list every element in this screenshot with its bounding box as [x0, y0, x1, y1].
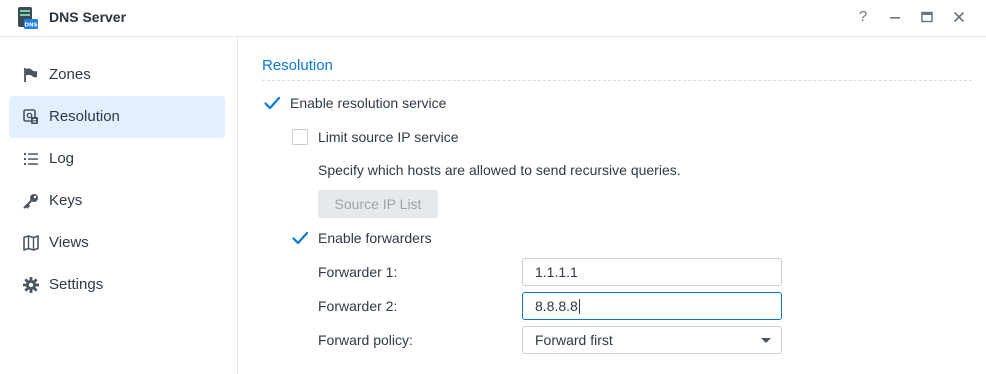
section-divider [262, 80, 972, 81]
forwarder1-value: 1.1.1.1 [535, 264, 578, 280]
sidebar-item-label: Views [49, 234, 89, 251]
close-icon [953, 11, 965, 23]
list-icon [24, 153, 38, 165]
chevron-down-icon [761, 338, 771, 343]
resolution-icon [23, 109, 38, 124]
sidebar-item-label: Keys [49, 192, 83, 209]
sidebar-item-views[interactable]: Views [9, 222, 225, 264]
sidebar-item-zones[interactable]: Zones [9, 54, 225, 96]
enable-resolution-checkbox[interactable] [263, 94, 281, 112]
enable-forwarders-checkbox[interactable] [291, 229, 309, 247]
minimize-icon [890, 17, 900, 19]
dns-app-icon: DNS [15, 6, 39, 30]
help-button[interactable]: ? [854, 8, 872, 26]
sidebar: Zones Resolution Log Keys Views Settings [0, 37, 238, 374]
limit-source-ip-description: Specify which hosts are allowed to send … [318, 162, 681, 178]
sidebar-item-label: Settings [49, 276, 104, 293]
help-icon: ? [858, 8, 868, 25]
sidebar-item-resolution[interactable]: Resolution [9, 96, 225, 138]
section-title: Resolution [262, 57, 333, 74]
sidebar-item-settings[interactable]: Settings [9, 264, 225, 306]
limit-source-ip-label: Limit source IP service [318, 129, 459, 145]
minimize-button[interactable] [886, 8, 904, 26]
limit-source-ip-checkbox[interactable] [292, 129, 308, 145]
gear-icon [23, 277, 39, 293]
sidebar-item-label: Log [49, 150, 75, 167]
sidebar-item-label: Zones [49, 66, 91, 83]
forwarder2-value: 8.8.8.8 [535, 298, 578, 314]
sidebar-item-label: Resolution [49, 108, 120, 125]
close-button[interactable] [950, 8, 968, 26]
maximize-button[interactable] [918, 8, 936, 26]
key-icon [23, 194, 38, 209]
forwarder2-label: Forwarder 2: [318, 298, 398, 314]
forward-policy-value: Forward first [535, 332, 613, 348]
source-ip-list-button[interactable]: Source IP List [318, 190, 438, 218]
enable-forwarders-label: Enable forwarders [318, 230, 432, 246]
flag-icon [24, 68, 37, 82]
app-icon-text: DNS [24, 23, 37, 29]
forward-policy-label: Forward policy: [318, 332, 413, 348]
forwarder2-input[interactable]: 8.8.8.8 [522, 292, 782, 320]
sidebar-item-keys[interactable]: Keys [9, 180, 225, 222]
window-title: DNS Server [49, 9, 127, 25]
text-caret [578, 299, 580, 314]
forwarder1-input[interactable]: 1.1.1.1 [522, 258, 782, 286]
forward-policy-select[interactable]: Forward first [522, 326, 782, 354]
title-bar: DNS DNS Server ? [0, 0, 986, 37]
maximize-icon [921, 11, 933, 23]
enable-resolution-label: Enable resolution service [290, 95, 447, 111]
forwarder1-label: Forwarder 1: [318, 264, 398, 280]
sidebar-item-log[interactable]: Log [9, 138, 225, 180]
map-icon [23, 235, 39, 251]
